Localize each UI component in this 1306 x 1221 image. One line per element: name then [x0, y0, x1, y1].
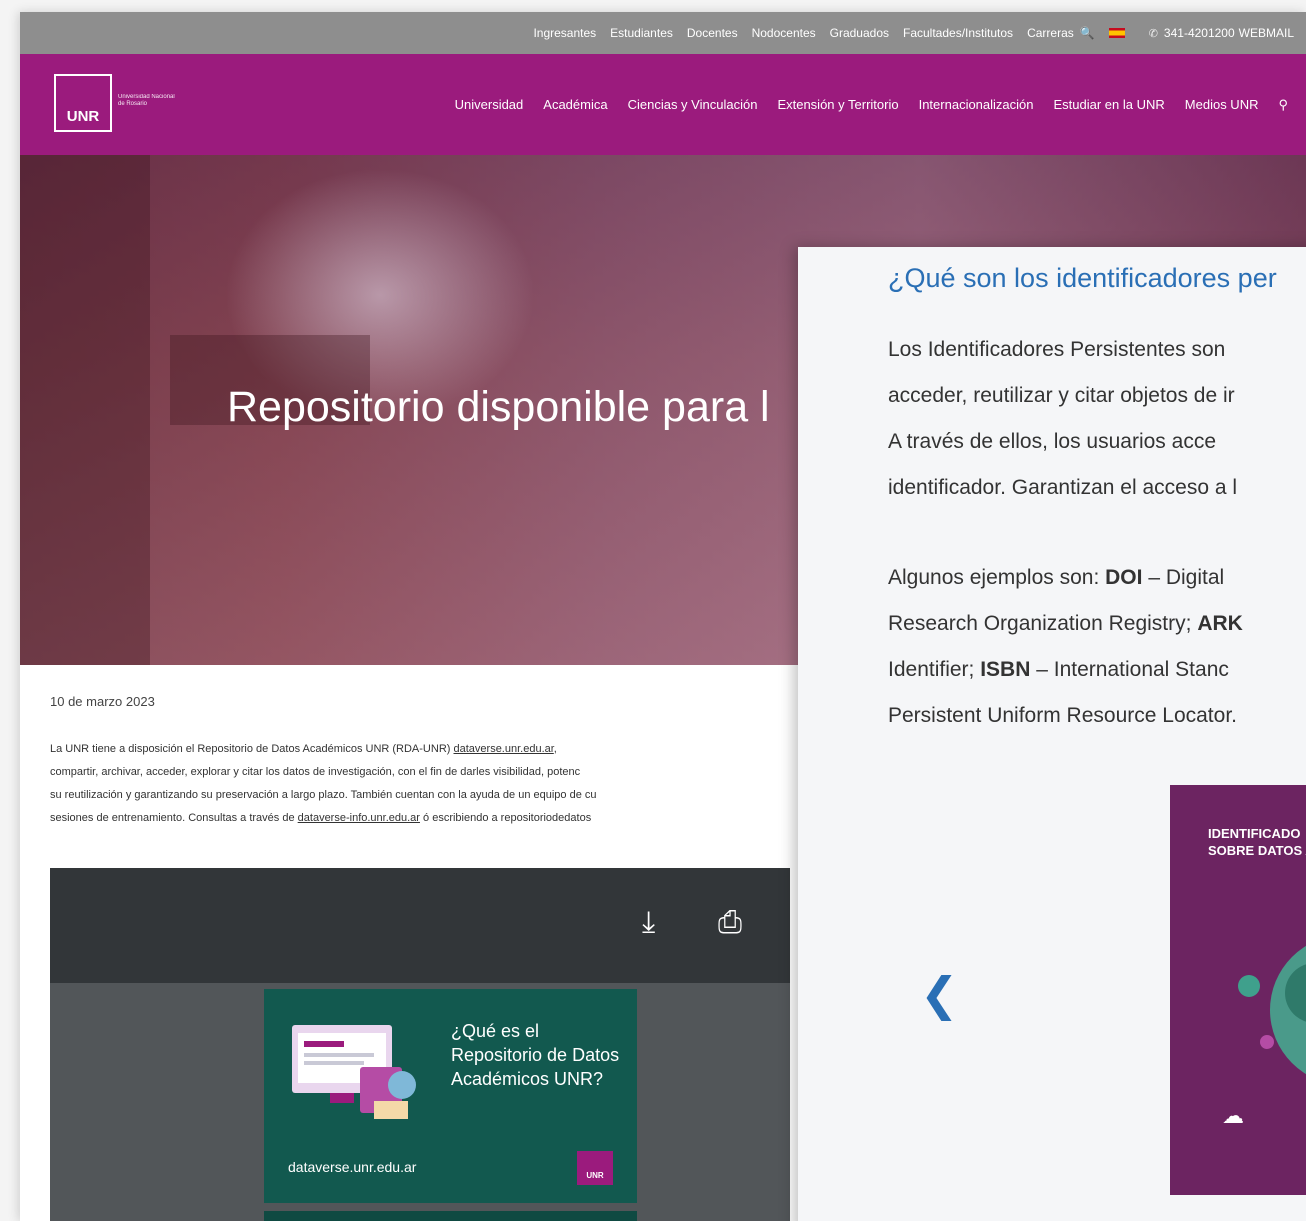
pdf-page: ¿Qué es el Repositorio de Datos Académic…: [264, 989, 637, 1203]
article-line: su reutilización y garantizando su prese…: [50, 789, 597, 801]
pdf-url: dataverse.unr.edu.ar: [288, 1159, 417, 1175]
cloud-icon: ☁: [1222, 1103, 1244, 1128]
link-facultades[interactable]: Facultades/Institutos: [903, 26, 1013, 40]
nav-search-icon[interactable]: ⚲: [1278, 97, 1288, 113]
carousel-card[interactable]: IDENTIFICADO SOBRE DATOS A ☁: [1170, 785, 1306, 1195]
decor-dot: [1260, 1035, 1274, 1049]
identifiers-panel: ¿Qué son los identificadores per Los Ide…: [798, 247, 1306, 1221]
card-title-line: IDENTIFICADO: [1208, 826, 1301, 841]
isbn-rest: – International Stanc: [1030, 658, 1229, 681]
print-icon[interactable]: ⎙: [718, 906, 742, 940]
language-flag-icon[interactable]: [1108, 28, 1125, 38]
identifier-text: Identifier;: [888, 658, 981, 681]
pdf-unr-badge: UNR: [577, 1151, 613, 1185]
decor-dot: [1238, 975, 1260, 997]
doi-term: DOI: [1105, 566, 1143, 589]
article-line: ,: [553, 743, 557, 755]
logo-subtitle: Universidad Nacional de Rosario: [118, 94, 175, 107]
link-docentes[interactable]: Docentes: [687, 26, 738, 40]
article-line: compartir, archivar, acceder, explorar y…: [50, 766, 581, 778]
pdf-title: ¿Qué es el Repositorio de Datos Académic…: [451, 1021, 620, 1089]
browser-page: Ingresantes Estudiantes Docentes Nodocen…: [20, 12, 1306, 1221]
phone-number: 341-4201200: [1163, 26, 1235, 40]
top-bar: Ingresantes Estudiantes Docentes Nodocen…: [20, 12, 1306, 54]
examples-intro: Algunos ejemplos son:: [888, 566, 1106, 589]
link-carreras[interactable]: Carreras: [1027, 26, 1074, 40]
doi-rest: – Digital: [1142, 566, 1225, 589]
nav-ciencias[interactable]: Ciencias y Vinculación: [628, 97, 758, 112]
hero-title: Repositorio disponible para l: [227, 383, 770, 431]
webmail-link[interactable]: WEBMAIL: [1239, 26, 1294, 40]
panel-text: Los Identificadores Persistentes son acc…: [888, 327, 1243, 739]
link-ingresantes[interactable]: Ingresantes: [533, 26, 596, 40]
isbn-term: ISBN: [980, 658, 1031, 681]
purl-text: Persistent Uniform Resource Locator.: [888, 704, 1237, 727]
phone-icon: ✆: [1148, 27, 1158, 40]
nav-academica[interactable]: Académica: [543, 97, 607, 112]
chevron-left-icon[interactable]: ❮: [920, 967, 959, 1021]
nav-medios[interactable]: Medios UNR: [1185, 97, 1259, 112]
nav-estudiar[interactable]: Estudiar en la UNR: [1054, 97, 1165, 112]
search-icon[interactable]: 🔍: [1080, 26, 1095, 40]
download-icon[interactable]: ⤓: [642, 906, 655, 940]
ark-term: ARK: [1197, 612, 1243, 635]
panel-line: A través de ellos, los usuarios acce: [888, 430, 1217, 453]
main-nav: UNR Universidad Nacional de Rosario Univ…: [20, 54, 1306, 155]
unr-logo[interactable]: UNR: [54, 74, 112, 132]
panel-line: acceder, reutilizar y citar objetos de i…: [888, 384, 1235, 407]
nav-internacionalizacion[interactable]: Internacionalización: [919, 97, 1034, 112]
dataverse-info-link[interactable]: dataverse-info.unr.edu.ar: [298, 812, 420, 824]
article-body: La UNR tiene a disposición el Repositori…: [50, 738, 790, 830]
link-estudiantes[interactable]: Estudiantes: [610, 26, 673, 40]
link-graduados[interactable]: Graduados: [830, 26, 889, 40]
logo-text: UNR: [66, 108, 100, 125]
panel-title: ¿Qué son los identificadores per: [888, 263, 1277, 293]
repository-illustration: [292, 1025, 416, 1119]
dataverse-link[interactable]: dataverse.unr.edu.ar: [454, 743, 554, 755]
pdf-toolbar: ⤓ ⎙: [50, 868, 790, 983]
nav-universidad[interactable]: Universidad: [455, 97, 524, 112]
pdf-viewer[interactable]: ⤓ ⎙ ¿Qué es el Repositorio de Datos Acad…: [50, 868, 790, 1221]
article-line: ó escribiendo a repositoriodedatos: [419, 812, 592, 824]
nav-extension[interactable]: Extensión y Territorio: [777, 97, 898, 112]
article-date: 10 de marzo 2023: [50, 694, 155, 709]
link-nodocentes[interactable]: Nodocentes: [752, 26, 816, 40]
card-title-line: SOBRE DATOS A: [1208, 843, 1306, 858]
article-line: sesiones de entrenamiento. Consultas a t…: [50, 812, 298, 824]
ror-text: Research Organization Registry;: [888, 612, 1198, 635]
shelf-shape: [20, 155, 150, 665]
article-line: La UNR tiene a disposición el Repositori…: [50, 743, 451, 755]
panel-line: identificador. Garantizan el acceso a l: [888, 476, 1238, 499]
panel-line: Los Identificadores Persistentes son: [888, 338, 1226, 361]
pdf-next-page: [264, 1211, 637, 1221]
card-title: IDENTIFICADO SOBRE DATOS A: [1208, 825, 1306, 859]
